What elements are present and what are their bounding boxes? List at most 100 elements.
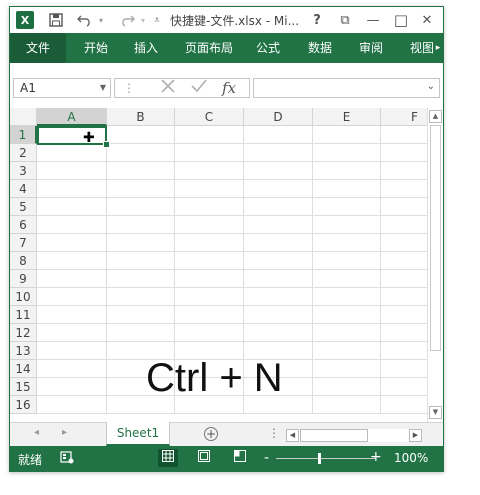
column-header-c[interactable]: C — [175, 108, 244, 126]
cell-f6[interactable] — [381, 216, 427, 234]
cell-d9[interactable] — [244, 270, 313, 288]
cell-e14[interactable] — [313, 360, 381, 378]
cell-d1[interactable] — [244, 126, 313, 144]
zoom-level[interactable]: 100% — [394, 451, 428, 465]
ribbon-scroll-right-icon[interactable]: ▸ — [433, 33, 443, 63]
cell-d7[interactable] — [244, 234, 313, 252]
sheet-nav-prev-icon[interactable]: ◂ — [34, 427, 39, 438]
cell-f12[interactable] — [381, 324, 427, 342]
cell-d6[interactable] — [244, 216, 313, 234]
row-header-1[interactable]: 1 — [10, 126, 37, 144]
cell-b9[interactable] — [107, 270, 175, 288]
cell-e4[interactable] — [313, 180, 381, 198]
cell-d2[interactable] — [244, 144, 313, 162]
cell-b12[interactable] — [107, 324, 175, 342]
cell-a14[interactable] — [37, 360, 107, 378]
cell-e16[interactable] — [313, 396, 381, 414]
cell-a11[interactable] — [37, 306, 107, 324]
cell-e7[interactable] — [313, 234, 381, 252]
cell-b3[interactable] — [107, 162, 175, 180]
cell-f9[interactable] — [381, 270, 427, 288]
cell-a9[interactable] — [37, 270, 107, 288]
column-header-e[interactable]: E — [313, 108, 381, 126]
cell-e9[interactable] — [313, 270, 381, 288]
tab-split-handle-icon[interactable]: ⋮ — [268, 426, 280, 440]
row-header-7[interactable]: 7 — [10, 234, 37, 252]
row-header-13[interactable]: 13 — [10, 342, 37, 360]
redo-icon[interactable] — [116, 10, 138, 30]
column-header-f[interactable]: F — [381, 108, 427, 126]
cell-c4[interactable] — [175, 180, 244, 198]
undo-icon[interactable] — [74, 10, 96, 30]
cell-a13[interactable] — [37, 342, 107, 360]
cell-a10[interactable] — [37, 288, 107, 306]
cell-f15[interactable] — [381, 378, 427, 396]
cell-c2[interactable] — [175, 144, 244, 162]
expand-formula-bar-icon[interactable]: ⌄ — [427, 81, 435, 92]
tab-formulas[interactable]: 公式 — [250, 33, 286, 63]
zoom-in-button[interactable]: + — [370, 449, 382, 465]
cell-f5[interactable] — [381, 198, 427, 216]
cell-e3[interactable] — [313, 162, 381, 180]
new-sheet-button[interactable]: + — [204, 427, 218, 441]
row-header-9[interactable]: 9 — [10, 270, 37, 288]
cell-d8[interactable] — [244, 252, 313, 270]
cell-b6[interactable] — [107, 216, 175, 234]
column-header-a[interactable]: A — [37, 108, 107, 126]
tab-page-layout[interactable]: 页面布局 — [178, 33, 240, 63]
ribbon-display-options-icon[interactable]: ⧉ — [336, 10, 354, 30]
cell-f16[interactable] — [381, 396, 427, 414]
cell-d10[interactable] — [244, 288, 313, 306]
tab-insert[interactable]: 插入 — [128, 33, 164, 63]
cell-f7[interactable] — [381, 234, 427, 252]
cell-b10[interactable] — [107, 288, 175, 306]
cell-b2[interactable] — [107, 144, 175, 162]
tab-file[interactable]: 文件 — [10, 33, 66, 63]
cell-f11[interactable] — [381, 306, 427, 324]
redo-dropdown-icon[interactable]: ▾ — [138, 10, 148, 30]
cell-d4[interactable] — [244, 180, 313, 198]
cell-b1[interactable] — [107, 126, 175, 144]
cell-a15[interactable] — [37, 378, 107, 396]
zoom-slider[interactable] — [276, 458, 376, 459]
cell-f13[interactable] — [381, 342, 427, 360]
cell-e2[interactable] — [313, 144, 381, 162]
customize-qat-icon[interactable]: ⩡ — [150, 10, 164, 30]
name-box[interactable]: A1 ▼ — [13, 78, 111, 98]
cell-f8[interactable] — [381, 252, 427, 270]
cell-e6[interactable] — [313, 216, 381, 234]
cell-f10[interactable] — [381, 288, 427, 306]
tab-review[interactable]: 审阅 — [353, 33, 389, 63]
vertical-scrollbar[interactable]: ▲ ▼ — [427, 108, 443, 422]
cell-c1[interactable] — [175, 126, 244, 144]
cell-c12[interactable] — [175, 324, 244, 342]
row-header-3[interactable]: 3 — [10, 162, 37, 180]
cell-a5[interactable] — [37, 198, 107, 216]
sheet-nav-next-icon[interactable]: ▸ — [62, 427, 67, 438]
row-header-15[interactable]: 15 — [10, 378, 37, 396]
cell-e12[interactable] — [313, 324, 381, 342]
select-all-corner[interactable] — [10, 108, 37, 126]
row-header-10[interactable]: 10 — [10, 288, 37, 306]
formula-input[interactable]: ⌄ — [253, 78, 440, 98]
vertical-scroll-thumb[interactable] — [430, 125, 441, 351]
fill-handle[interactable] — [103, 141, 110, 148]
cell-c5[interactable] — [175, 198, 244, 216]
worksheet-grid[interactable]: A B C D E F 1 2 3 4 5 6 7 8 9 10 11 12 13 14 15 16 ✚ Ctrl + N — [10, 108, 427, 422]
sheet-tab-sheet1[interactable]: Sheet1 — [106, 422, 170, 446]
zoom-out-button[interactable]: - — [264, 450, 269, 466]
cell-c8[interactable] — [175, 252, 244, 270]
row-header-8[interactable]: 8 — [10, 252, 37, 270]
cell-a7[interactable] — [37, 234, 107, 252]
cell-e10[interactable] — [313, 288, 381, 306]
cell-d12[interactable] — [244, 324, 313, 342]
tab-home[interactable]: 开始 — [78, 33, 114, 63]
cell-c11[interactable] — [175, 306, 244, 324]
cell-b5[interactable] — [107, 198, 175, 216]
tab-data[interactable]: 数据 — [302, 33, 338, 63]
zoom-slider-thumb[interactable] — [318, 453, 321, 464]
scroll-left-icon[interactable]: ◀ — [286, 429, 299, 442]
cell-f4[interactable] — [381, 180, 427, 198]
cell-e15[interactable] — [313, 378, 381, 396]
name-box-dropdown-icon[interactable]: ▼ — [100, 79, 106, 97]
